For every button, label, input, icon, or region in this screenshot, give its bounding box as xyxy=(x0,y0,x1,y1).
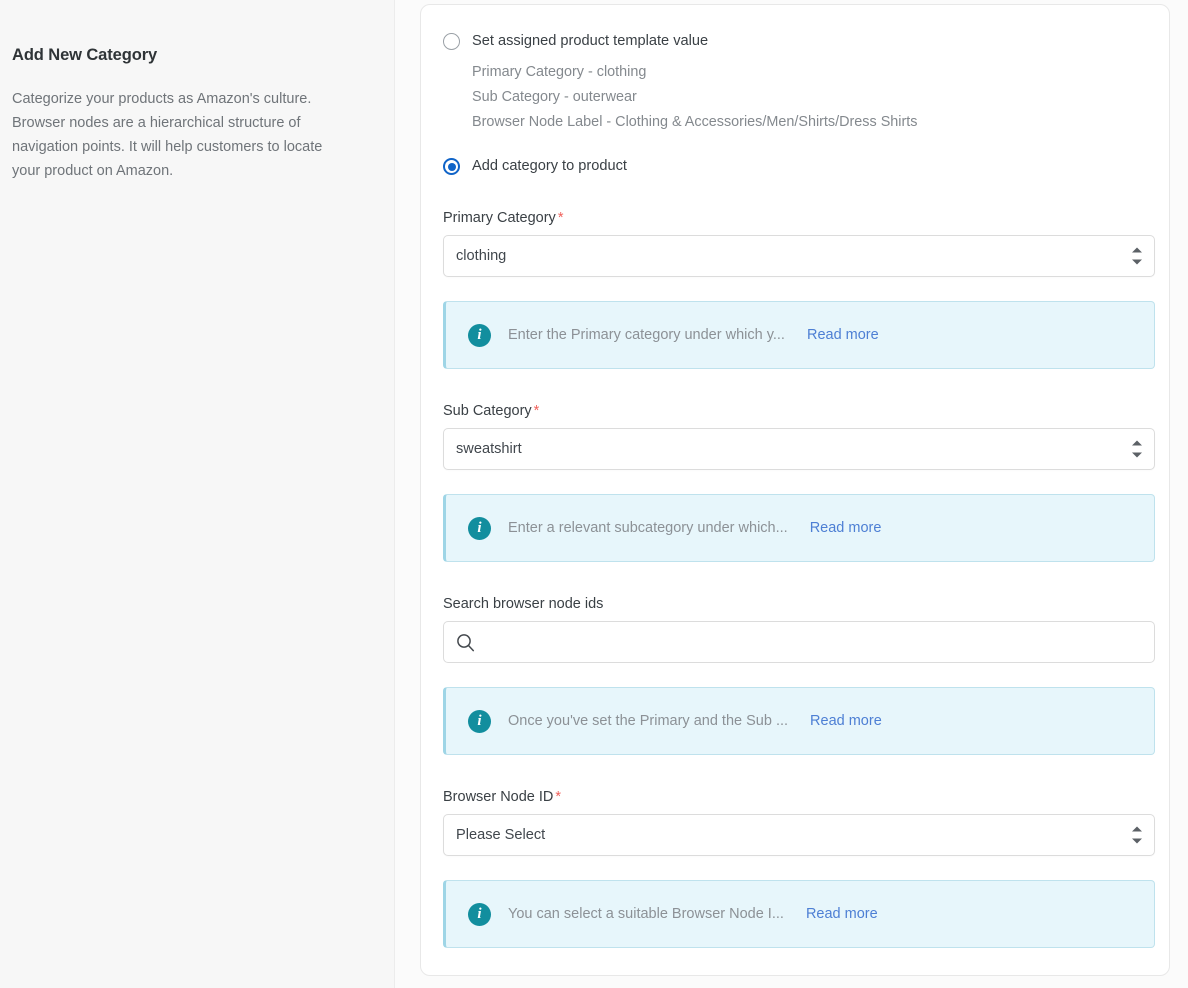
chevron-updown-icon[interactable] xyxy=(1131,440,1142,458)
chevron-down-icon xyxy=(1131,838,1142,844)
info-callout-browser-node-id: i You can select a suitable Browser Node… xyxy=(443,880,1155,948)
radio-icon-unchecked[interactable] xyxy=(443,33,460,50)
chevron-updown-icon[interactable] xyxy=(1131,826,1142,844)
field-search-browser-node-ids: Search browser node ids i Once you've se… xyxy=(443,596,1155,755)
info-icon: i xyxy=(468,516,491,540)
left-info-panel: Add New Category Categorize your product… xyxy=(0,0,395,988)
chevron-down-icon xyxy=(1131,259,1142,265)
required-asterisk: * xyxy=(533,403,540,419)
info-text-search-browser-node-ids: Once you've set the Primary and the Sub … xyxy=(508,713,789,729)
info-callout-sub-category: i Enter a relevant subcategory under whi… xyxy=(443,494,1155,562)
info-icon: i xyxy=(468,902,491,926)
select-wrap-primary-category[interactable]: clothing xyxy=(443,235,1155,277)
required-asterisk: * xyxy=(557,210,564,226)
chevron-up-icon xyxy=(1131,440,1142,446)
chevron-updown-icon[interactable] xyxy=(1131,247,1142,265)
chevron-down-icon xyxy=(1131,452,1142,458)
label-primary-category: Primary Category * xyxy=(443,210,1147,226)
info-icon: i xyxy=(468,709,491,733)
info-text-browser-node-id: You can select a suitable Browser Node I… xyxy=(508,906,784,922)
info-text-primary-category: Enter the Primary category under which y… xyxy=(508,327,785,343)
select-wrap-browser-node-id[interactable]: Please Select xyxy=(443,814,1155,856)
select-browser-node-id[interactable]: Please Select xyxy=(443,814,1155,856)
label-text-search-browser-node-ids: Search browser node ids xyxy=(443,596,604,612)
page-description: Categorize your products as Amazon's cul… xyxy=(12,91,323,179)
label-text-primary-category: Primary Category xyxy=(443,210,556,226)
radio-label-add-category: Add category to product xyxy=(472,158,627,174)
required-asterisk: * xyxy=(555,789,562,805)
search-icon xyxy=(456,633,475,652)
select-wrap-sub-category[interactable]: sweatshirt xyxy=(443,428,1155,470)
detail-sub-category: Sub Category - outerwear xyxy=(472,89,637,105)
info-icon: i xyxy=(468,323,491,347)
radio-icon-checked[interactable] xyxy=(443,158,460,175)
search-box-browser-node-ids[interactable] xyxy=(443,621,1155,663)
read-more-link-browser-node-id[interactable]: Read more xyxy=(806,906,878,922)
template-value-details: Primary Category - clothing Sub Category… xyxy=(472,60,1147,135)
field-sub-category: Sub Category * sweatshirt i Enter a relev… xyxy=(443,403,1155,562)
search-input[interactable] xyxy=(484,622,1142,662)
read-more-link-primary-category[interactable]: Read more xyxy=(807,327,879,343)
radio-option-template-value[interactable]: Set assigned product template value xyxy=(443,31,1147,51)
radio-option-add-category[interactable]: Add category to product xyxy=(443,156,1147,176)
label-browser-node-id: Browser Node ID * xyxy=(443,789,1147,805)
label-sub-category: Sub Category * xyxy=(443,403,1147,419)
field-primary-category: Primary Category * clothing i Enter the P… xyxy=(443,210,1155,369)
page-title: Add New Category xyxy=(12,46,158,64)
chevron-up-icon xyxy=(1131,247,1142,253)
label-text-browser-node-id: Browser Node ID xyxy=(443,789,554,805)
detail-browser-node-label: Browser Node Label - Clothing & Accessor… xyxy=(472,114,918,130)
info-callout-primary-category: i Enter the Primary category under which… xyxy=(443,301,1155,369)
label-text-sub-category: Sub Category xyxy=(443,403,532,419)
category-form-card: Set assigned product template value Prim… xyxy=(420,4,1170,976)
select-sub-category[interactable]: sweatshirt xyxy=(443,428,1155,470)
info-callout-search-browser-node-ids: i Once you've set the Primary and the Su… xyxy=(443,687,1155,755)
read-more-link-search-browser-node-ids[interactable]: Read more xyxy=(810,713,882,729)
label-search-browser-node-ids: Search browser node ids xyxy=(443,596,1147,612)
detail-primary-category: Primary Category - clothing xyxy=(472,64,647,80)
select-primary-category[interactable]: clothing xyxy=(443,235,1155,277)
form-area: Set assigned product template value Prim… xyxy=(395,0,1188,988)
radio-label-template-value: Set assigned product template value xyxy=(472,33,709,49)
page-root: Add New Category Categorize your product… xyxy=(0,0,1188,988)
field-browser-node-id: Browser Node ID * Please Select i You can… xyxy=(443,789,1155,948)
info-text-sub-category: Enter a relevant subcategory under which… xyxy=(508,520,788,536)
read-more-link-sub-category[interactable]: Read more xyxy=(810,520,882,536)
chevron-up-icon xyxy=(1131,826,1142,832)
